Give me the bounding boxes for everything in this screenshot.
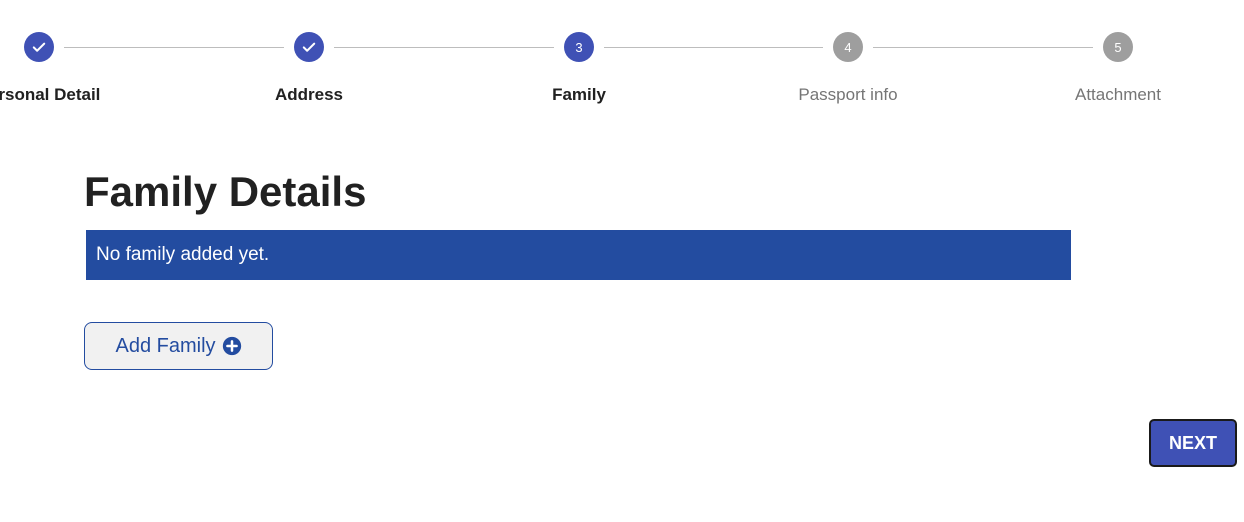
step-2-circle[interactable]	[294, 32, 324, 62]
step-4-circle[interactable]: 4	[833, 32, 863, 62]
step-5-label: Attachment	[1075, 85, 1161, 104]
step-4-label: Passport info	[798, 85, 898, 104]
step-1-circle[interactable]	[24, 32, 54, 62]
empty-family-message: No family added yet.	[96, 244, 270, 265]
stepper: Personal Detail Address 3 Family 4 Passp…	[0, 0, 1244, 120]
empty-family-banner: No family added yet.	[86, 230, 1071, 280]
plus-circle-icon	[222, 336, 241, 356]
add-family-button[interactable]: Add Family	[84, 322, 273, 370]
check-icon	[302, 42, 316, 52]
step-1-label: Personal Detail	[0, 85, 101, 104]
next-button[interactable]: NEXT	[1149, 419, 1237, 467]
step-connector	[64, 47, 284, 48]
step-3-circle[interactable]: 3	[564, 32, 594, 62]
step-3-label: Family	[552, 85, 606, 104]
step-2-label: Address	[274, 85, 344, 104]
step-connector	[873, 47, 1093, 48]
add-family-label: Add Family	[115, 334, 216, 357]
step-5-circle[interactable]: 5	[1103, 32, 1133, 62]
page-title: Family Details	[84, 168, 367, 215]
step-connector	[334, 47, 554, 48]
step-connector	[604, 47, 823, 48]
check-icon	[32, 42, 46, 52]
